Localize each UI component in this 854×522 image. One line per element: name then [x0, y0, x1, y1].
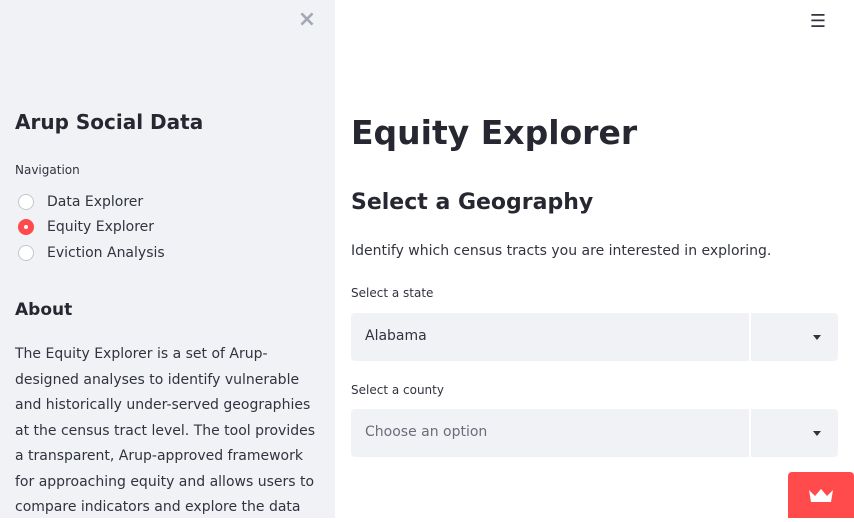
nav-item-label: Eviction Analysis	[47, 244, 165, 261]
state-select-label: Select a state	[351, 286, 434, 300]
nav-item-eviction-analysis[interactable]: Eviction Analysis	[15, 240, 165, 266]
nav-item-equity-explorer[interactable]: Equity Explorer	[15, 215, 165, 241]
close-icon[interactable]: ×	[296, 9, 318, 31]
section-title: Select a Geography	[351, 190, 594, 215]
crown-icon	[809, 489, 833, 502]
navigation-radio-group: Data Explorer Equity Explorer Eviction A…	[15, 189, 165, 266]
navigation-label: Navigation	[15, 163, 80, 177]
county-select-placeholder: Choose an option	[365, 424, 488, 440]
sidebar: × Arup Social Data Navigation Data Explo…	[0, 0, 335, 518]
nav-item-data-explorer[interactable]: Data Explorer	[15, 189, 165, 215]
chevron-down-icon[interactable]	[813, 431, 821, 436]
chevron-down-icon[interactable]	[813, 335, 821, 340]
about-text: The Equity Explorer is a set of Arup-des…	[15, 346, 316, 515]
state-select[interactable]: Alabama	[351, 313, 838, 361]
sidebar-title: Arup Social Data	[15, 110, 204, 134]
description-text: Identify which census tracts you are int…	[351, 243, 772, 259]
page-title: Equity Explorer	[351, 113, 638, 152]
select-divider	[749, 409, 751, 457]
nav-item-label: Data Explorer	[47, 193, 144, 210]
county-select[interactable]: Choose an option	[351, 409, 838, 457]
radio-button[interactable]	[18, 244, 34, 261]
hamburger-menu-icon[interactable]: ☰	[807, 11, 829, 33]
nav-item-label: Equity Explorer	[47, 219, 155, 236]
select-divider	[749, 313, 751, 361]
radio-button[interactable]	[18, 193, 34, 210]
state-select-value: Alabama	[365, 328, 427, 344]
streamlit-badge[interactable]	[788, 472, 854, 518]
radio-button-selected[interactable]	[18, 219, 34, 236]
county-select-label: Select a county	[351, 383, 444, 397]
about-heading: About	[15, 300, 73, 320]
